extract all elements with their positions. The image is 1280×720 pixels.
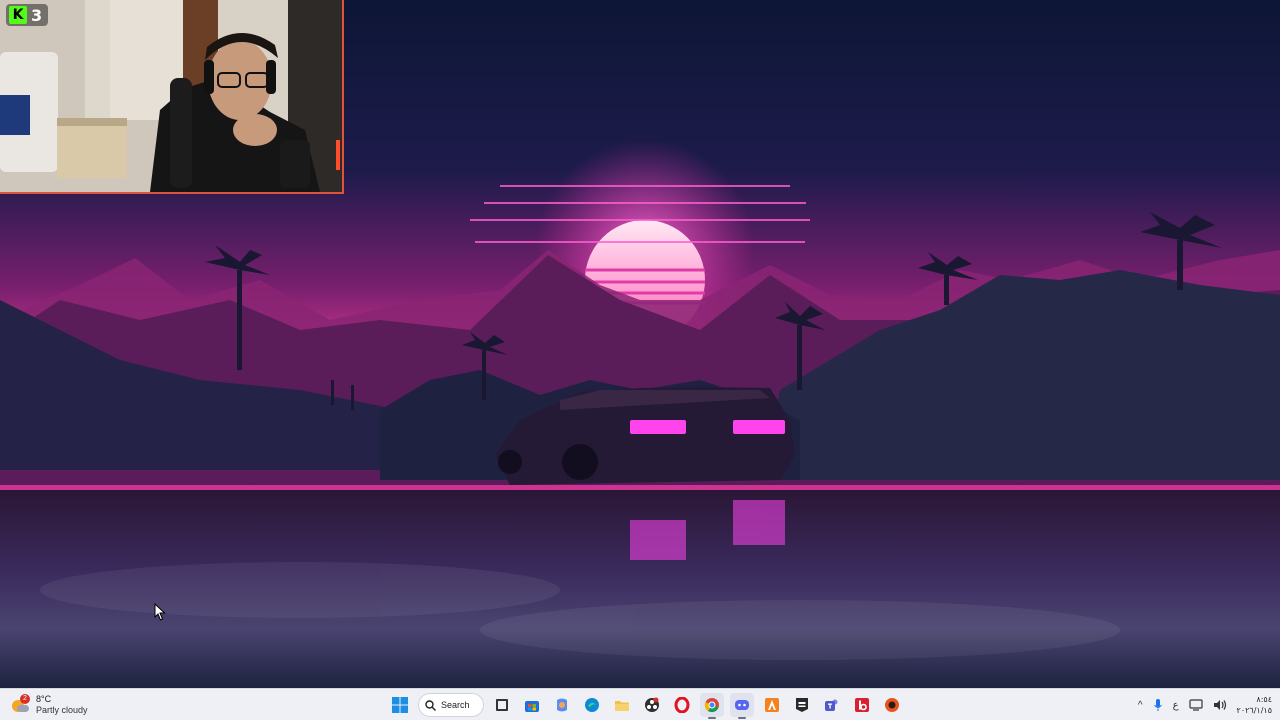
partly-cloudy-icon: 2 — [12, 694, 30, 714]
weather-temperature: 8°C — [36, 694, 52, 704]
taskbar-search[interactable]: Search — [418, 693, 484, 717]
search-label: Search — [441, 700, 470, 710]
orange-a-icon — [765, 698, 779, 712]
red-app-icon — [855, 698, 869, 712]
epic-games-button[interactable] — [790, 693, 814, 717]
clock-time: ٨:٥٤ — [1256, 695, 1272, 704]
webcam-overlay: K 3 — [0, 0, 344, 194]
viewer-count-badge: K 3 — [6, 4, 49, 26]
copilot-button[interactable] — [550, 693, 574, 717]
input-language[interactable]: ع — [1173, 700, 1179, 711]
edge-button[interactable] — [580, 693, 604, 717]
round-orange-icon — [885, 698, 899, 712]
mouse-cursor-icon — [154, 603, 166, 621]
weather-notification-badge: 2 — [20, 694, 30, 704]
desktop[interactable]: K 3 — [0, 0, 1280, 688]
orange-app-button[interactable] — [760, 693, 784, 717]
microphone-icon[interactable] — [1153, 698, 1163, 712]
file-explorer-button[interactable] — [610, 693, 634, 717]
folder-icon — [615, 701, 629, 711]
discord-button[interactable] — [730, 693, 754, 719]
teams-icon — [825, 699, 838, 711]
opera-icon — [674, 697, 690, 713]
red-app-button[interactable] — [850, 693, 874, 717]
windows-logo-icon — [392, 697, 408, 713]
copilot-icon — [557, 698, 567, 712]
discord-icon — [735, 700, 749, 710]
taskbar: 2 8°C Partly cloudy Search ^ ع ٨:٥٤ ٢٠٢٦… — [0, 688, 1280, 720]
show-hidden-icons-chevron[interactable]: ^ — [1138, 700, 1143, 711]
taskbar-apps: Search — [388, 691, 904, 719]
clock-date: ٢٠٢٦/١/١٥ — [1236, 706, 1272, 715]
search-icon — [425, 699, 436, 711]
network-icon[interactable] — [1188, 699, 1203, 711]
obs-icon — [645, 697, 659, 712]
teams-button[interactable] — [820, 693, 844, 717]
kick-logo-icon: K — [9, 6, 27, 24]
opera-button[interactable] — [670, 693, 694, 717]
weather-condition: Partly cloudy — [36, 705, 88, 715]
store-icon — [525, 701, 539, 712]
weather-widget[interactable]: 2 8°C Partly cloudy — [12, 692, 88, 718]
start-button[interactable] — [388, 693, 412, 717]
chrome-icon — [704, 698, 719, 713]
task-view-icon — [496, 699, 508, 711]
volume-icon[interactable] — [1213, 699, 1227, 711]
system-tray: ^ ع ٨:٥٤ ٢٠٢٦/١/١٥ — [1138, 691, 1272, 719]
task-view-button[interactable] — [490, 693, 514, 717]
microsoft-store-button[interactable] — [520, 693, 544, 717]
obs-studio-button[interactable] — [640, 693, 664, 717]
streamer-camera-feed — [0, 0, 342, 192]
epic-games-icon — [796, 698, 808, 712]
chrome-button[interactable] — [700, 693, 724, 719]
round-app-button[interactable] — [880, 693, 904, 717]
edge-icon — [585, 698, 599, 712]
viewer-count: 3 — [31, 5, 43, 25]
clock[interactable]: ٨:٥٤ ٢٠٢٦/١/١٥ — [1237, 694, 1272, 716]
